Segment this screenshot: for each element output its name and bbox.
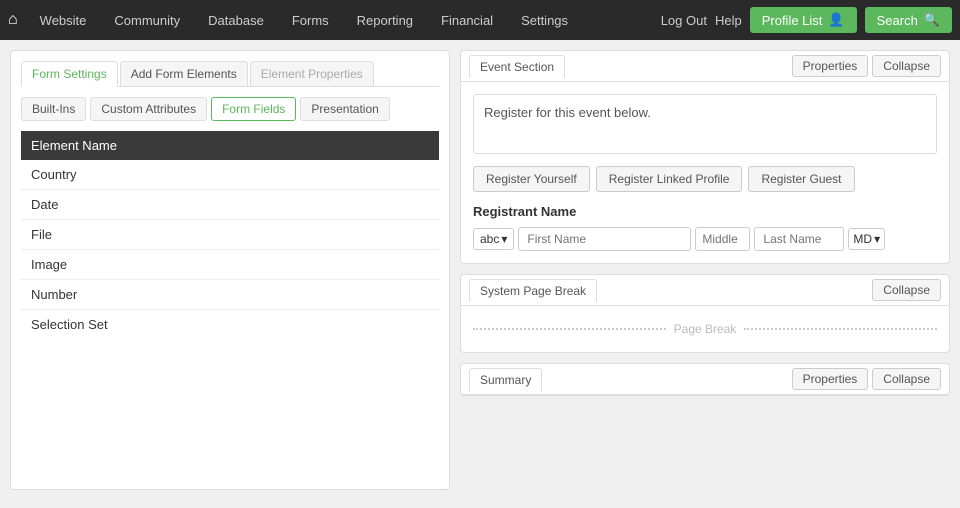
- subtab-builtins[interactable]: Built-Ins: [21, 97, 86, 121]
- main-tab-row: Form Settings Add Form Elements Element …: [21, 61, 439, 87]
- table-row[interactable]: Country: [21, 160, 439, 190]
- chevron-down-icon: ▾: [501, 232, 507, 246]
- subtab-custom-attributes[interactable]: Custom Attributes: [90, 97, 207, 121]
- search-button[interactable]: Search 🔍: [865, 7, 952, 33]
- table-row[interactable]: Date: [21, 190, 439, 220]
- top-nav: ⌂ Website Community Database Forms Repor…: [0, 0, 960, 40]
- table-row[interactable]: Selection Set: [21, 310, 439, 340]
- nav-item-settings[interactable]: Settings: [507, 0, 582, 40]
- tab-form-settings[interactable]: Form Settings: [21, 61, 118, 87]
- field-type-value: abc: [480, 232, 499, 246]
- page-break-title: System Page Break: [469, 279, 597, 302]
- nav-item-website[interactable]: Website: [26, 0, 101, 40]
- help-link[interactable]: Help: [715, 13, 742, 28]
- profile-list-button[interactable]: Profile List 👤: [750, 7, 857, 33]
- nav-item-forms[interactable]: Forms: [278, 0, 343, 40]
- suffix-value: MD: [853, 232, 872, 246]
- logout-link[interactable]: Log Out: [661, 13, 707, 28]
- summary-actions: Properties Collapse: [784, 364, 949, 394]
- nav-item-financial[interactable]: Financial: [427, 0, 507, 40]
- registrant-fields: abc ▾ MD ▾: [473, 227, 937, 251]
- table-cell-element-name: File: [21, 220, 439, 250]
- last-name-input[interactable]: [754, 227, 844, 251]
- field-type-select[interactable]: abc ▾: [473, 228, 514, 250]
- sub-tab-row: Built-Ins Custom Attributes Form Fields …: [21, 97, 439, 121]
- nav-right: Log Out Help Profile List 👤 Search 🔍: [661, 7, 952, 33]
- page-break-body: Page Break: [461, 306, 949, 352]
- event-register-buttons: Register Yourself Register Linked Profil…: [473, 166, 937, 192]
- summary-header: Summary Properties Collapse: [461, 364, 949, 395]
- middle-name-input[interactable]: [695, 227, 750, 251]
- table-cell-element-name: Number: [21, 280, 439, 310]
- dashed-line-right: [744, 328, 937, 330]
- tab-element-properties: Element Properties: [250, 61, 374, 87]
- tab-add-form-elements[interactable]: Add Form Elements: [120, 61, 248, 87]
- first-name-input[interactable]: [518, 227, 691, 251]
- table-row[interactable]: Image: [21, 250, 439, 280]
- table-cell-element-name: Date: [21, 190, 439, 220]
- nav-item-database[interactable]: Database: [194, 0, 278, 40]
- event-properties-button[interactable]: Properties: [792, 55, 869, 77]
- home-icon[interactable]: ⌂: [8, 11, 18, 29]
- main-content: Form Settings Add Form Elements Element …: [0, 40, 960, 500]
- element-table: Element Name CountryDateFileImageNumberS…: [21, 131, 439, 339]
- event-section-body: Register for this event below. Register …: [461, 82, 949, 263]
- nav-item-reporting[interactable]: Reporting: [343, 0, 427, 40]
- table-header-element-name: Element Name: [21, 131, 439, 160]
- subtab-form-fields[interactable]: Form Fields: [211, 97, 296, 121]
- page-break-header: System Page Break Collapse: [461, 275, 949, 306]
- summary-collapse-button[interactable]: Collapse: [872, 368, 941, 390]
- nav-item-community[interactable]: Community: [100, 0, 194, 40]
- table-row[interactable]: Number: [21, 280, 439, 310]
- suffix-chevron-icon: ▾: [874, 232, 880, 246]
- event-collapse-button[interactable]: Collapse: [872, 55, 941, 77]
- page-break-actions: Collapse: [864, 275, 949, 305]
- table-cell-element-name: Selection Set: [21, 310, 439, 340]
- register-yourself-button[interactable]: Register Yourself: [473, 166, 590, 192]
- left-panel: Form Settings Add Form Elements Element …: [10, 50, 450, 490]
- right-panel: Event Section Properties Collapse Regist…: [460, 50, 950, 490]
- page-break-label: Page Break: [674, 322, 737, 336]
- event-body-text: Register for this event below.: [473, 94, 937, 154]
- page-break-section: System Page Break Collapse Page Break: [460, 274, 950, 353]
- summary-title: Summary: [469, 368, 542, 391]
- table-row[interactable]: File: [21, 220, 439, 250]
- subtab-presentation[interactable]: Presentation: [300, 97, 389, 121]
- suffix-select[interactable]: MD ▾: [848, 228, 885, 250]
- summary-section: Summary Properties Collapse: [460, 363, 950, 396]
- summary-properties-button[interactable]: Properties: [792, 368, 869, 390]
- register-linked-profile-button[interactable]: Register Linked Profile: [596, 166, 743, 192]
- event-section-title: Event Section: [469, 55, 565, 78]
- dashed-line-left: [473, 328, 666, 330]
- page-break-collapse-button[interactable]: Collapse: [872, 279, 941, 301]
- table-cell-element-name: Image: [21, 250, 439, 280]
- event-section-actions: Properties Collapse: [784, 51, 949, 81]
- search-icon: 🔍: [924, 12, 940, 28]
- register-guest-button[interactable]: Register Guest: [748, 166, 854, 192]
- registrant-name-label: Registrant Name: [473, 204, 937, 219]
- event-section-header: Event Section Properties Collapse: [461, 51, 949, 82]
- table-cell-element-name: Country: [21, 160, 439, 190]
- event-section: Event Section Properties Collapse Regist…: [460, 50, 950, 264]
- user-icon: 👤: [828, 12, 844, 28]
